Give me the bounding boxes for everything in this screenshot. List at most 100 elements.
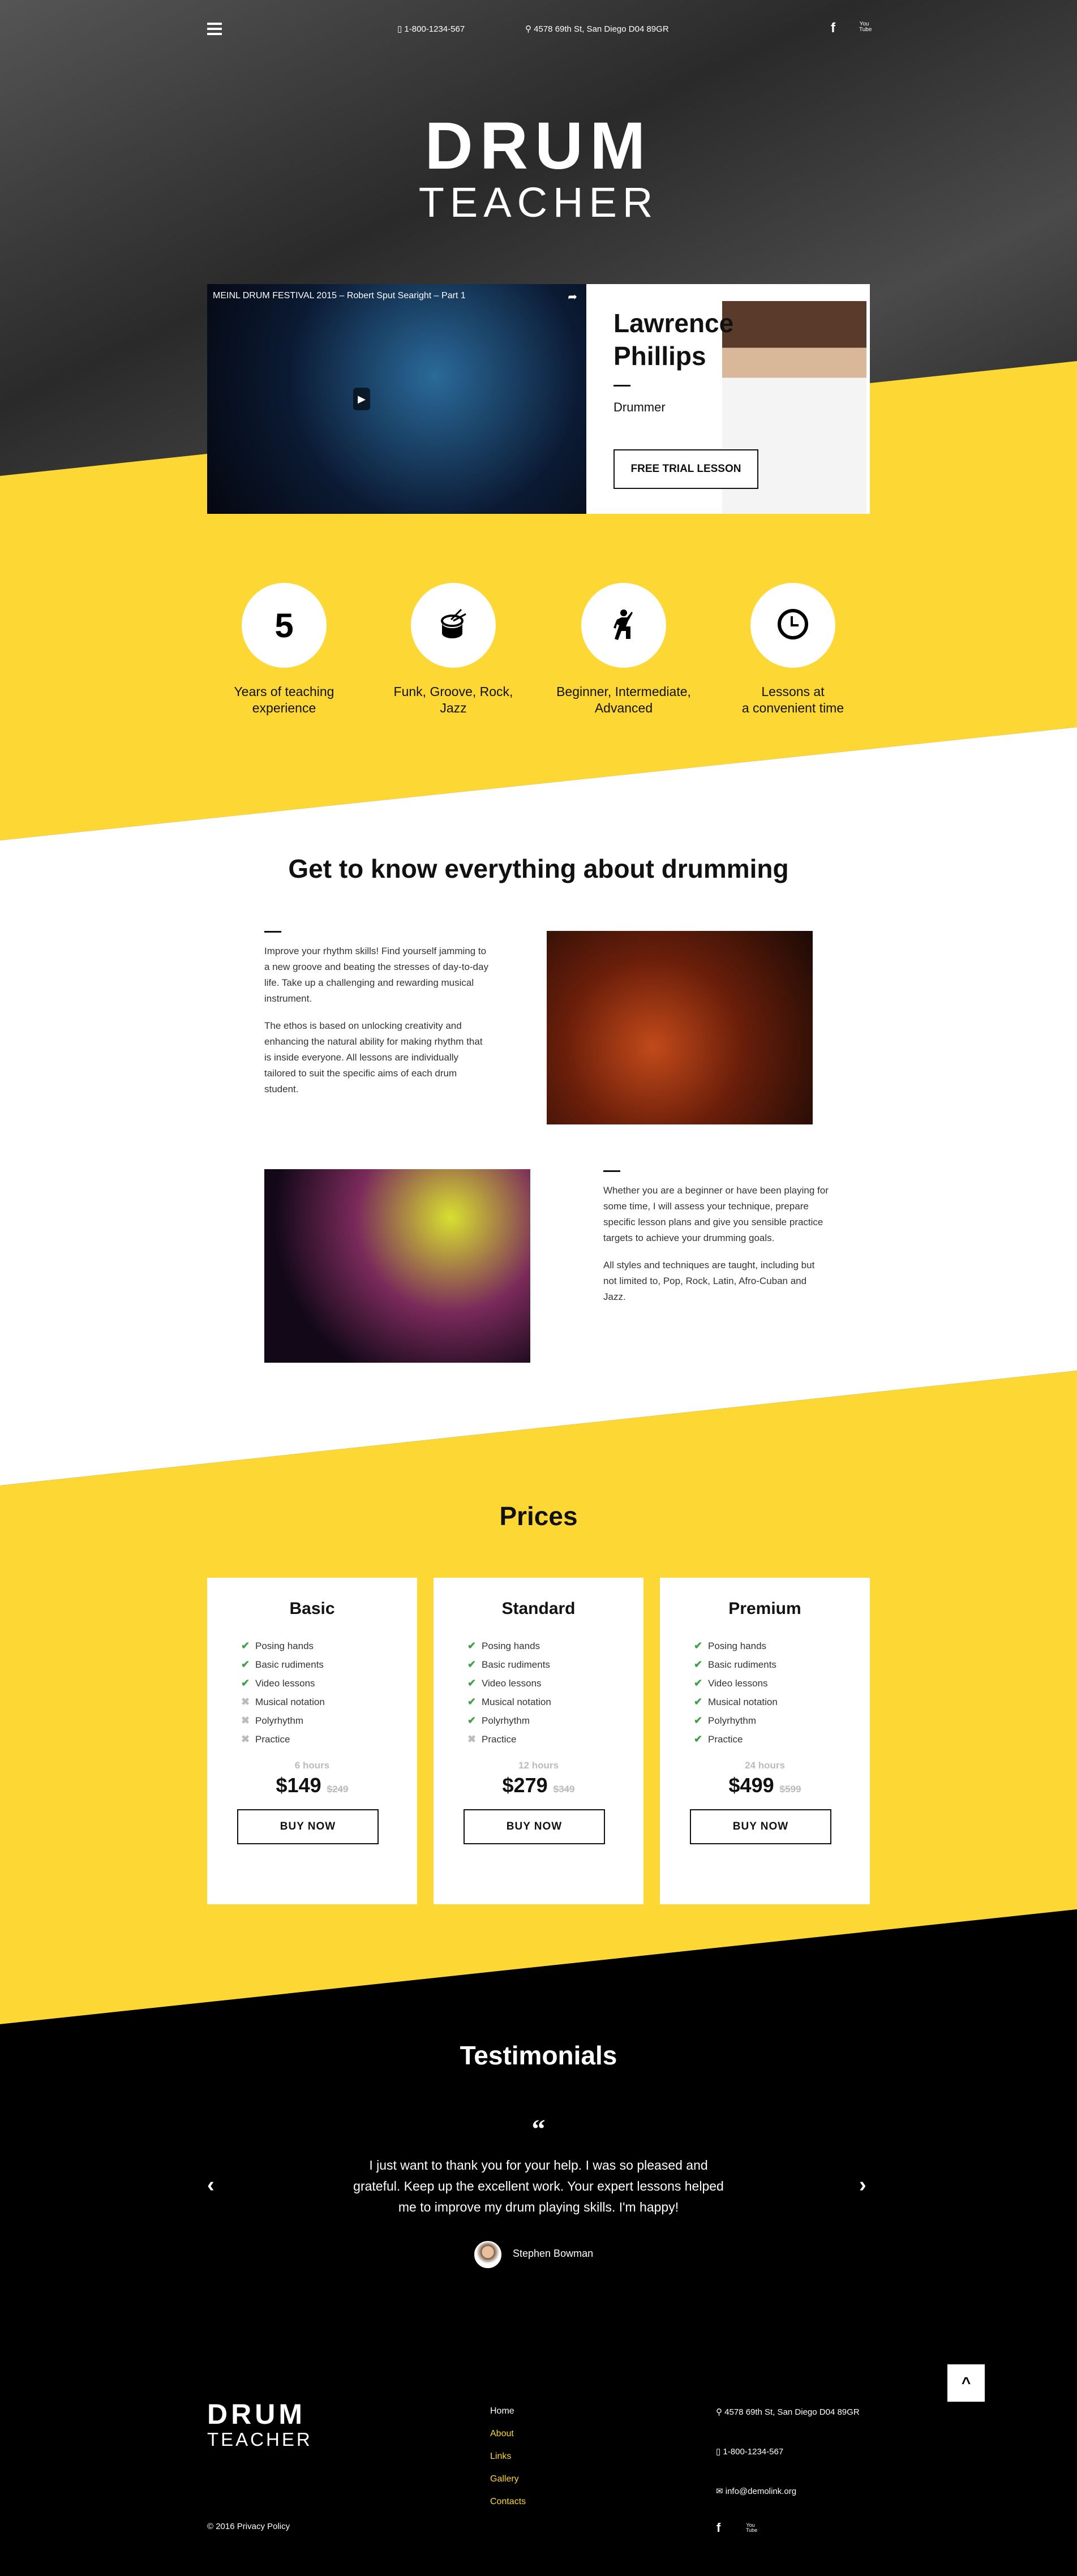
price-card-premium: Premium ✔ Posing hands ✔ Basic rudiments ✔ Vi… — [660, 1578, 870, 1904]
divider — [603, 1170, 620, 1172]
quote-icon: “ — [531, 2114, 546, 2144]
play-button[interactable]: ▶ — [353, 388, 370, 410]
feature-circle — [411, 583, 496, 668]
feature-label: Years of teaching experience — [234, 684, 334, 715]
plan-feature: ✔ Posing hands — [694, 1640, 767, 1651]
about-text-1: Improve your rhythm skills! Find yoursel… — [264, 946, 488, 1094]
cross-icon: ✖ — [241, 1715, 250, 1726]
author-avatar — [474, 2241, 501, 2268]
plan-feature: ✖ Musical notation — [241, 1696, 325, 1707]
phone-icon: ▯ — [397, 24, 405, 34]
plan-features: ✔ Posing hands ✔ Basic rudiments ✔ Video less… — [694, 1637, 778, 1749]
check-icon: ✔ — [467, 1696, 477, 1707]
footer-link-gallery[interactable]: Gallery — [490, 2474, 526, 2497]
about-title: Get to know everything about drumming — [288, 854, 789, 883]
white-band — [0, 727, 1077, 1486]
plan-feature: ✔ Video lessons — [694, 1677, 768, 1689]
footer-logo[interactable]: DRUM TEACHER — [207, 2399, 312, 2450]
footer-youtube-icon[interactable]: You Tube — [746, 2523, 757, 2533]
video-title: MEINL DRUM FESTIVAL 2015 – Robert Sput S… — [213, 291, 466, 300]
phone-icon: ▯ — [716, 2447, 723, 2457]
testimonials-title: Testimonials — [460, 2041, 617, 2070]
footer-address: ⚲ 4578 69th St, San Diego D04 89GR — [716, 2407, 860, 2417]
prices-title: Prices — [499, 1501, 578, 1531]
plan-price: $499 $599 — [728, 1774, 801, 1797]
youtube-icon[interactable]: You Tube — [859, 22, 872, 33]
buy-now-button[interactable]: BUY NOW — [464, 1809, 605, 1844]
buy-now-button[interactable]: BUY NOW — [237, 1809, 379, 1844]
plan-feature: ✔ Basic rudiments — [467, 1659, 550, 1670]
old-price: $599 — [779, 1784, 801, 1794]
buy-now-button[interactable]: BUY NOW — [690, 1809, 831, 1844]
mail-icon: ✉ — [716, 2487, 726, 2496]
check-icon: ✔ — [241, 1659, 250, 1670]
plan-feature: ✖ Practice — [241, 1733, 290, 1745]
plan-name: Standard — [501, 1599, 576, 1618]
testimonial-quote: I just want to thank you for your help. … — [353, 2158, 724, 2214]
check-icon: ✔ — [694, 1640, 703, 1651]
old-price: $349 — [553, 1784, 575, 1794]
check-icon: ✔ — [467, 1659, 477, 1670]
divider — [613, 385, 630, 387]
facebook-icon[interactable]: f — [831, 20, 835, 36]
hero-subtitle: TEACHER — [418, 179, 659, 226]
plan-feature: ✔ Musical notation — [467, 1696, 551, 1707]
price-card-standard: Standard ✔ Posing hands ✔ Basic rudiments ✔ V… — [434, 1578, 643, 1904]
stairs-climber-icon — [607, 607, 641, 644]
feature-label: Funk, Groove, Rock, Jazz — [393, 684, 513, 715]
menu-button[interactable] — [207, 23, 222, 35]
footer-link-contacts[interactable]: Contacts — [490, 2497, 526, 2519]
check-icon: ✔ — [241, 1640, 250, 1651]
privacy-policy-link[interactable]: Privacy Policy — [237, 2522, 290, 2531]
cross-icon: ✖ — [241, 1696, 250, 1707]
top-phone[interactable]: ▯ 1-800-1234-567 — [397, 24, 465, 35]
plan-feature: ✔ Video lessons — [241, 1677, 315, 1689]
check-icon: ✔ — [694, 1659, 703, 1670]
price-card-basic: Basic ✔ Posing hands ✔ Basic rudiments ✔ Vide… — [207, 1578, 417, 1904]
plan-feature: ✔ Basic rudiments — [694, 1659, 776, 1670]
check-icon: ✔ — [694, 1733, 703, 1745]
plan-hours: 12 hours — [518, 1760, 559, 1771]
plan-price: $279 $349 — [502, 1774, 575, 1797]
footer-facebook-icon[interactable]: f — [716, 2521, 720, 2535]
drummer-photo — [264, 1169, 530, 1363]
plan-hours: 24 hours — [745, 1760, 785, 1771]
free-trial-button[interactable]: FREE TRIAL LESSON — [613, 449, 758, 489]
teacher-name: Lawrence Phillips — [613, 308, 734, 371]
top-address: ⚲ 4578 69th St, San Diego D04 89GR — [525, 24, 669, 34]
plan-price: $149 $249 — [276, 1774, 349, 1797]
footer-link-home[interactable]: Home — [490, 2406, 526, 2429]
feature-circle — [750, 583, 835, 668]
feature-label: Beginner, Intermediate, Advanced — [556, 684, 691, 715]
copyright: © 2016 Privacy Policy — [207, 2522, 290, 2531]
black-band — [0, 1909, 1077, 2576]
drum-icon — [436, 607, 470, 644]
plan-feature: ✔ Musical notation — [694, 1696, 778, 1707]
footer-email[interactable]: ✉ info@demolink.org — [716, 2486, 796, 2496]
testimonial-author: Stephen Bowman — [513, 2248, 594, 2259]
feature-circle: 5 — [242, 583, 327, 668]
clock-icon — [776, 607, 810, 644]
check-icon: ✔ — [694, 1677, 703, 1689]
check-icon: ✔ — [467, 1677, 477, 1689]
teacher-role: Drummer — [613, 400, 666, 414]
footer-link-about[interactable]: About — [490, 2429, 526, 2452]
footer-phone[interactable]: ▯ 1-800-1234-567 — [716, 2446, 783, 2457]
video-player[interactable]: MEINL DRUM FESTIVAL 2015 – Robert Sput S… — [207, 284, 586, 514]
plan-name: Premium — [728, 1599, 801, 1618]
old-price: $249 — [327, 1784, 349, 1794]
share-icon[interactable]: ➦ — [568, 290, 577, 304]
plan-feature: ✔ Polyrhythm — [694, 1715, 757, 1726]
check-icon: ✔ — [694, 1696, 703, 1707]
check-icon: ✔ — [694, 1715, 703, 1726]
prev-arrow-icon[interactable]: ‹ — [207, 2173, 214, 2197]
next-arrow-icon[interactable]: › — [859, 2173, 866, 2197]
footer-link-links[interactable]: Links — [490, 2452, 526, 2474]
teacher-card: Lawrence Phillips Drummer FREE TRIAL LESS… — [586, 284, 870, 514]
check-icon: ✔ — [467, 1715, 477, 1726]
back-to-top-button[interactable]: ^ — [947, 2364, 985, 2402]
feature-circle — [581, 583, 666, 668]
plan-name: Basic — [289, 1599, 335, 1618]
plan-feature: ✔ Practice — [694, 1733, 743, 1745]
plan-features: ✔ Posing hands ✔ Basic rudiments ✔ Video less… — [467, 1637, 551, 1749]
